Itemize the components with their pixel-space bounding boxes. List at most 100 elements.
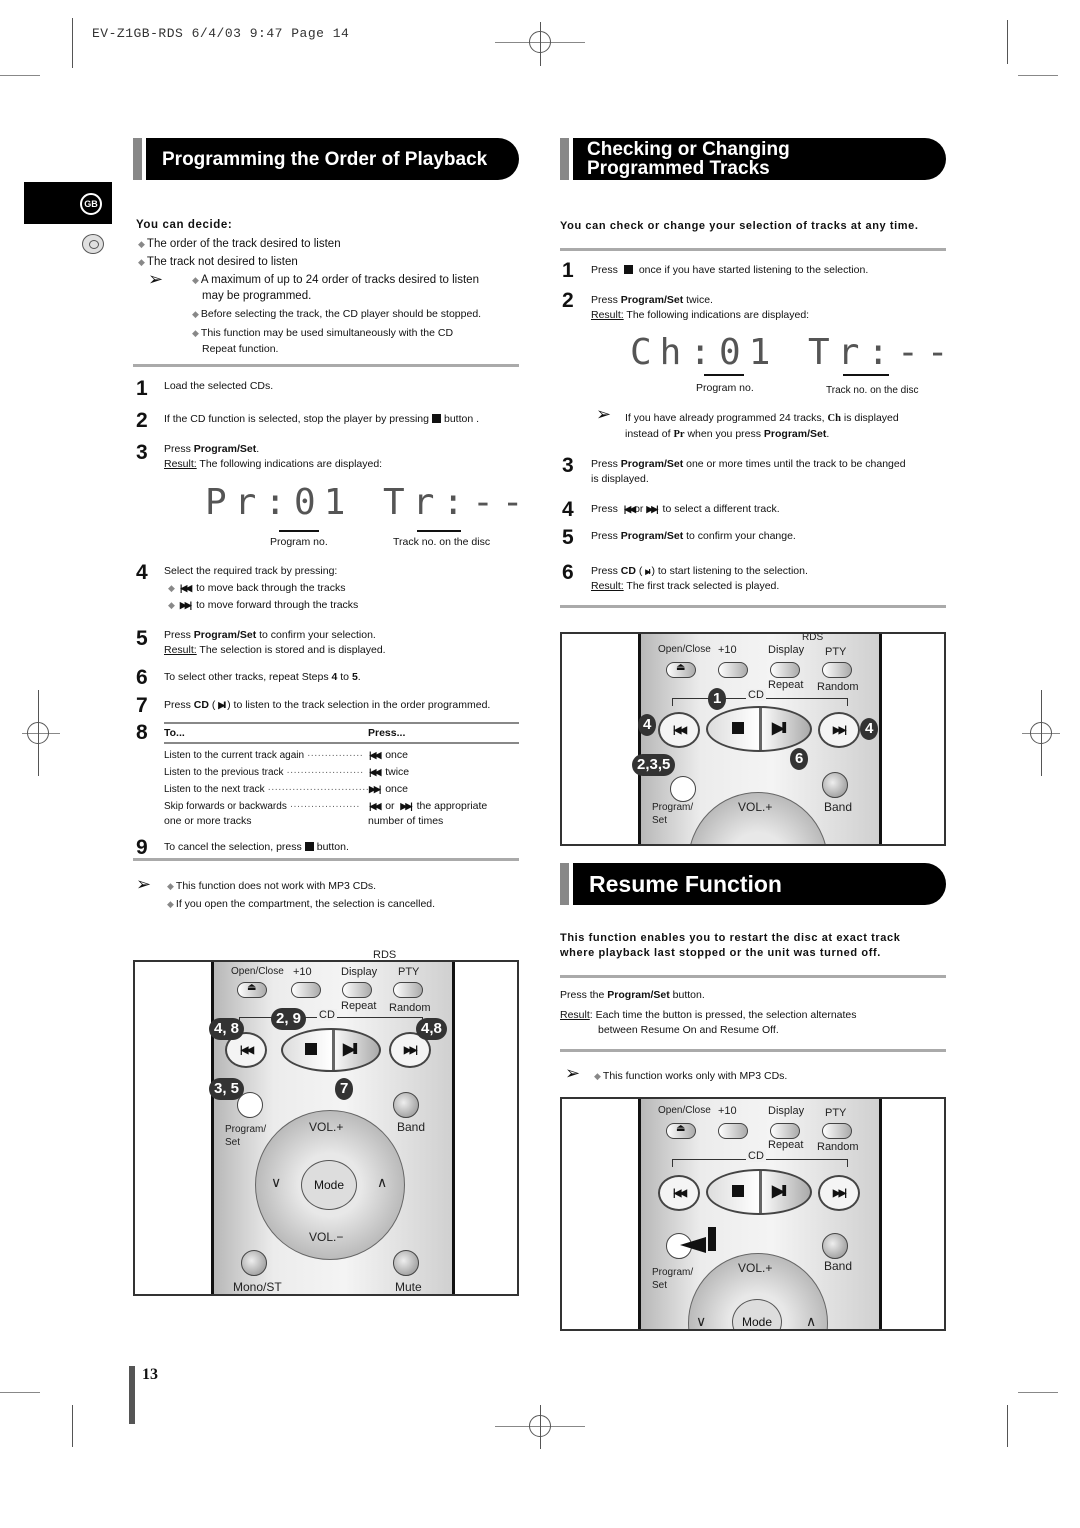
program-set-label: Program/	[652, 1267, 694, 1278]
pty-button	[822, 1123, 852, 1139]
you-can-decide-heading: You can decide:	[136, 219, 233, 231]
table-row: Listen to the next track ···············…	[164, 783, 369, 795]
note-item-cont: Repeat function.	[202, 343, 279, 355]
note-item-cont: may be programmed.	[202, 290, 312, 302]
callout-badge: 4,8	[416, 1018, 447, 1040]
diamond-bullet-icon: ◆	[168, 583, 175, 593]
step-text: Press |◀◀or ▶▶| to select a different tr…	[591, 503, 780, 515]
divider	[560, 975, 946, 978]
stop-icon	[431, 414, 441, 423]
note-arrow-icon: ➢	[136, 874, 152, 894]
table-header-rule	[164, 742, 519, 744]
diamond-bullet-icon: ◆	[192, 309, 199, 319]
step-number: 9	[136, 836, 148, 859]
step-number: 6	[562, 561, 574, 584]
step-subitem: ◆ ▶▶| to move forward through the tracks	[168, 599, 359, 611]
step-result: Result: The following indications are di…	[591, 309, 810, 321]
program-set-label: Program/	[652, 802, 694, 813]
lcd-display: Ch:01 Tr:--	[630, 332, 957, 373]
note-text-cont: instead of Pr when you press Program/Set…	[625, 428, 830, 440]
step-number: 7	[136, 694, 148, 717]
registration-mark	[27, 722, 49, 744]
step-text: To select other tracks, repeat Steps 4 t…	[164, 671, 361, 683]
cd-disc-icon	[82, 234, 104, 254]
plus10-label: +10	[718, 1105, 737, 1117]
stop-icon	[732, 722, 744, 734]
band-button	[822, 772, 848, 798]
open-close-button: ⏏	[666, 1123, 696, 1139]
mono-st-label: Mono/ST	[233, 1280, 282, 1294]
repeat-label: Repeat	[768, 1139, 804, 1151]
table-cell-press: |◀◀ twice	[369, 766, 410, 778]
step-result: Result: The first track selected is play…	[591, 580, 780, 592]
open-close-label: Open/Close	[658, 644, 711, 655]
skip-back-icon: |◀◀	[179, 583, 192, 593]
pointer-arrow-icon	[680, 1237, 706, 1253]
plus10-button	[291, 982, 321, 998]
note-arrow-icon: ➢	[148, 269, 164, 289]
band-button	[393, 1092, 419, 1118]
down-arrow-icon: ∨	[696, 1313, 707, 1329]
program-no-underline	[704, 374, 744, 376]
play-pause-icon: ▶II	[772, 1183, 787, 1200]
display-label: Display	[341, 966, 378, 978]
divider	[560, 605, 946, 608]
page-number-bar	[129, 1366, 135, 1424]
cd-label: CD	[317, 1009, 337, 1021]
pty-button	[822, 662, 852, 678]
pty-label: PTY	[825, 1107, 847, 1119]
cd-label: CD	[746, 689, 766, 701]
page-number: 13	[142, 1366, 158, 1383]
diamond-bullet-icon: ◆	[192, 275, 199, 285]
program-set-label-2: Set	[652, 815, 668, 826]
decide-item: ◆ The track not desired to listen	[138, 256, 298, 268]
step-number: 8	[136, 721, 148, 744]
program-no-underline	[279, 530, 319, 532]
display-label: Display	[768, 1105, 805, 1117]
step-text: Press CD ( ▶II ) to start listening to t…	[591, 564, 808, 580]
divider	[560, 248, 946, 251]
section-header-programming: Programming the Order of Playback	[133, 138, 519, 180]
program-no-label: Program no.	[696, 382, 754, 394]
section-header-checking: Checking or Changing Programmed Tracks	[560, 138, 946, 180]
pointer-arrow-icon	[708, 1227, 716, 1251]
divider	[133, 858, 519, 861]
cd-label: CD	[746, 1150, 766, 1162]
table-header-press: Press...	[368, 727, 406, 739]
program-set-button	[670, 776, 696, 802]
skip-back-button: |◀◀	[658, 712, 700, 748]
lcd-display: Pr:01 Tr:--	[205, 482, 532, 523]
pty-button	[393, 982, 423, 998]
table-row: Listen to the current track again ······…	[164, 749, 363, 761]
repeat-label: Repeat	[768, 679, 804, 691]
step-number: 3	[562, 454, 574, 477]
track-no-label: Track no. on the disc	[826, 385, 919, 396]
resume-result: Result: Each time the button is pressed,…	[560, 1009, 857, 1021]
step-number: 2	[562, 289, 574, 312]
stop-icon	[732, 1185, 744, 1197]
step-number: 4	[136, 561, 148, 584]
up-arrow-icon: ∧	[806, 1313, 817, 1329]
note-item: ◆ Before selecting the track, the CD play…	[192, 308, 482, 320]
crop-mark	[1018, 1392, 1058, 1393]
skip-back-button: |◀◀	[658, 1175, 700, 1211]
mute-label: Mute	[395, 1280, 422, 1294]
skip-forward-icon: ▶▶|	[646, 504, 658, 514]
stop-icon	[304, 842, 314, 851]
crop-mark	[72, 1405, 73, 1447]
skip-forward-icon: ▶▶|	[179, 600, 192, 610]
step-text: Select the required track by pressing:	[164, 565, 338, 577]
down-arrow-icon: ∨	[271, 1174, 282, 1190]
diamond-bullet-icon: ◆	[167, 899, 174, 909]
section-title-line1: Checking or Changing	[587, 139, 790, 160]
step-text: Load the selected CDs.	[164, 380, 274, 392]
eject-icon: ⏏	[676, 662, 686, 673]
band-label: Band	[397, 1120, 426, 1134]
vol-minus-label: VOL.−	[309, 1230, 344, 1244]
section-title: Programming the Order of Playback	[162, 148, 488, 170]
step-number: 1	[562, 259, 574, 282]
pty-label: PTY	[398, 966, 420, 978]
callout-badge: 2,3,5	[632, 754, 676, 776]
skip-back-icon: |◀◀	[369, 801, 381, 811]
divider	[560, 1049, 946, 1052]
